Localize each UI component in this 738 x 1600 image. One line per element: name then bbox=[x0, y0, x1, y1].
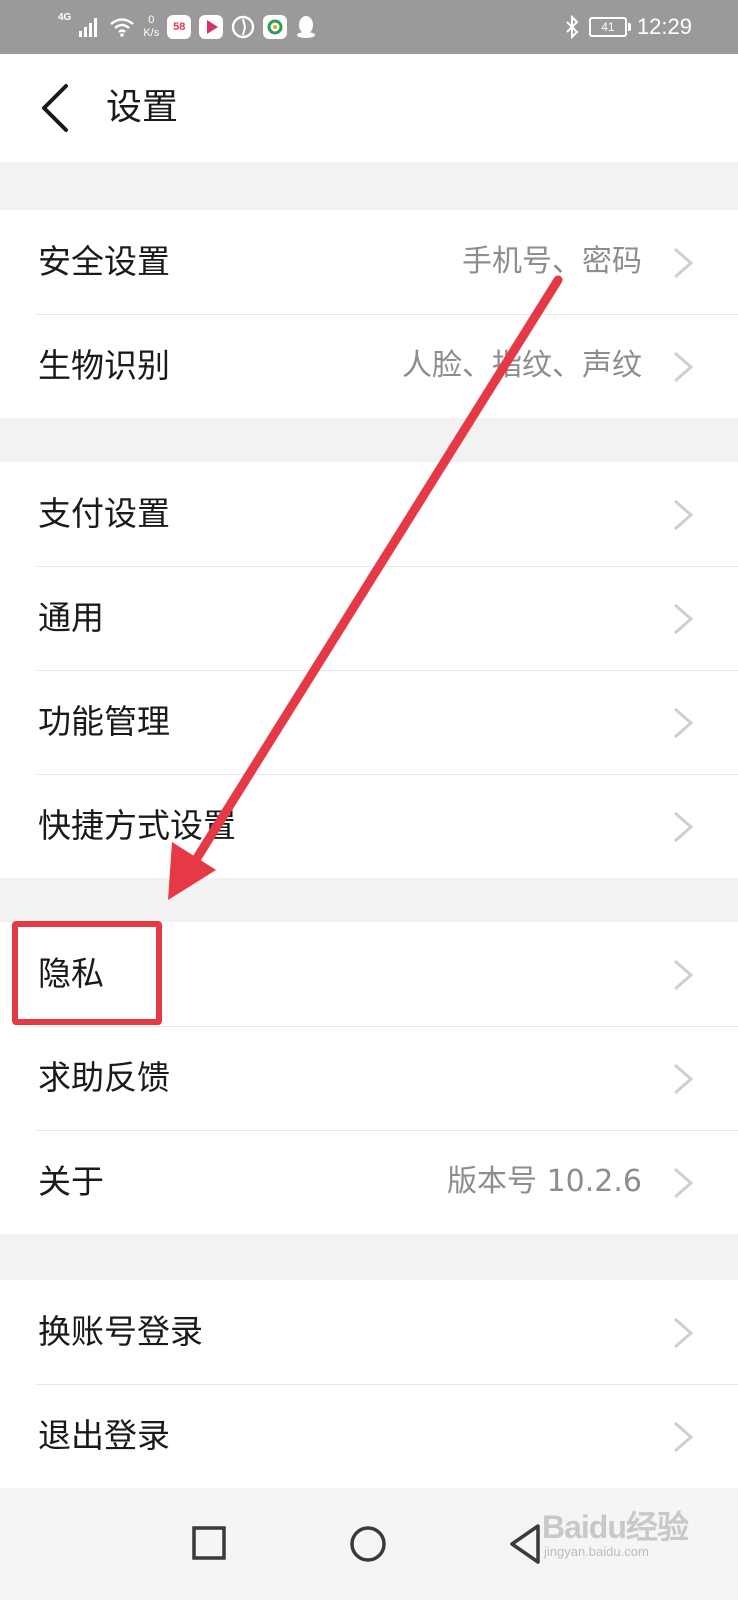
app-58-icon: 58 bbox=[167, 15, 192, 39]
chevron-right-icon bbox=[674, 1421, 694, 1453]
wifi-icon bbox=[110, 18, 135, 37]
status-left: 4G 0 K/s 58 bbox=[58, 8, 317, 46]
chevron-right-icon bbox=[674, 247, 694, 279]
row-label: 安全设置 bbox=[38, 242, 170, 281]
settings-group-help: 隐私 求助反馈 关于 版本号 10.2.6 bbox=[0, 922, 738, 1234]
bluetooth-icon bbox=[566, 15, 579, 39]
speed-value: 0 bbox=[148, 14, 155, 26]
row-log-out[interactable]: 退出登录 bbox=[0, 1384, 738, 1488]
divider bbox=[36, 566, 738, 567]
row-shortcut-settings[interactable]: 快捷方式设置 bbox=[0, 774, 738, 878]
status-bar: 4G 0 K/s 58 41 12:29 bbox=[0, 0, 738, 54]
recents-square-icon[interactable] bbox=[174, 1508, 246, 1580]
chevron-left-icon[interactable] bbox=[30, 78, 86, 138]
clock: 12:29 bbox=[636, 14, 692, 39]
row-general[interactable]: 通用 bbox=[0, 566, 738, 670]
header: 设置 bbox=[0, 54, 738, 162]
row-label: 求助反馈 bbox=[38, 1058, 170, 1097]
speed-unit: K/s bbox=[143, 27, 160, 39]
page-title: 设置 bbox=[106, 87, 179, 128]
battery-level: 41 bbox=[601, 20, 615, 34]
home-circle-icon[interactable] bbox=[332, 1508, 404, 1580]
settings-group-session: 换账号登录 退出登录 bbox=[0, 1280, 738, 1488]
status-right: 41 12:29 bbox=[565, 8, 692, 46]
signal-icon bbox=[79, 18, 98, 37]
settings-group-general: 支付设置 通用 功能管理 快捷方式设置 bbox=[0, 462, 738, 878]
chevron-right-icon bbox=[674, 707, 694, 739]
chevron-right-icon bbox=[674, 811, 694, 843]
row-label: 换账号登录 bbox=[38, 1312, 203, 1351]
nav-bar bbox=[0, 1488, 738, 1600]
browser-app-icon bbox=[232, 15, 255, 39]
chevron-right-icon bbox=[674, 1063, 694, 1095]
settings-group-account: 安全设置 手机号、密码 生物识别 人脸、指纹、声纹 bbox=[0, 210, 738, 418]
battery-icon: 41 bbox=[588, 17, 631, 37]
row-help-feedback[interactable]: 求助反馈 bbox=[0, 1026, 738, 1130]
chevron-right-icon bbox=[674, 499, 694, 531]
row-label: 退出登录 bbox=[38, 1416, 170, 1455]
row-security-settings[interactable]: 安全设置 手机号、密码 bbox=[0, 210, 738, 314]
chevron-right-icon bbox=[674, 1317, 694, 1349]
row-label: 支付设置 bbox=[38, 494, 170, 533]
row-label: 功能管理 bbox=[38, 702, 170, 741]
chevron-right-icon bbox=[674, 603, 694, 635]
network-speed: 0 K/s bbox=[143, 14, 159, 40]
app-58-label: 58 bbox=[173, 21, 186, 33]
chevron-right-icon bbox=[674, 351, 694, 383]
row-payment-settings[interactable]: 支付设置 bbox=[0, 462, 738, 566]
row-label: 隐私 bbox=[38, 954, 104, 993]
row-label: 快捷方式设置 bbox=[38, 806, 236, 845]
qq-icon bbox=[297, 16, 316, 38]
row-label: 通用 bbox=[38, 598, 104, 637]
row-feature-management[interactable]: 功能管理 bbox=[0, 670, 738, 774]
row-switch-account[interactable]: 换账号登录 bbox=[0, 1280, 738, 1384]
network-type: 4G bbox=[58, 11, 72, 23]
row-label: 关于 bbox=[38, 1162, 104, 1201]
chevron-right-icon bbox=[674, 1167, 694, 1199]
row-value: 版本号 10.2.6 bbox=[447, 1164, 642, 1199]
row-value: 手机号、密码 bbox=[462, 244, 642, 279]
row-about[interactable]: 关于 版本号 10.2.6 bbox=[0, 1130, 738, 1234]
camera-app-icon bbox=[263, 15, 288, 39]
row-label: 生物识别 bbox=[38, 346, 170, 385]
row-privacy[interactable]: 隐私 bbox=[0, 922, 738, 1026]
back-triangle-icon[interactable] bbox=[490, 1508, 562, 1580]
video-app-icon bbox=[199, 15, 224, 39]
row-value: 人脸、指纹、声纹 bbox=[402, 348, 642, 383]
chevron-right-icon bbox=[674, 959, 694, 991]
row-biometrics[interactable]: 生物识别 人脸、指纹、声纹 bbox=[0, 314, 738, 418]
